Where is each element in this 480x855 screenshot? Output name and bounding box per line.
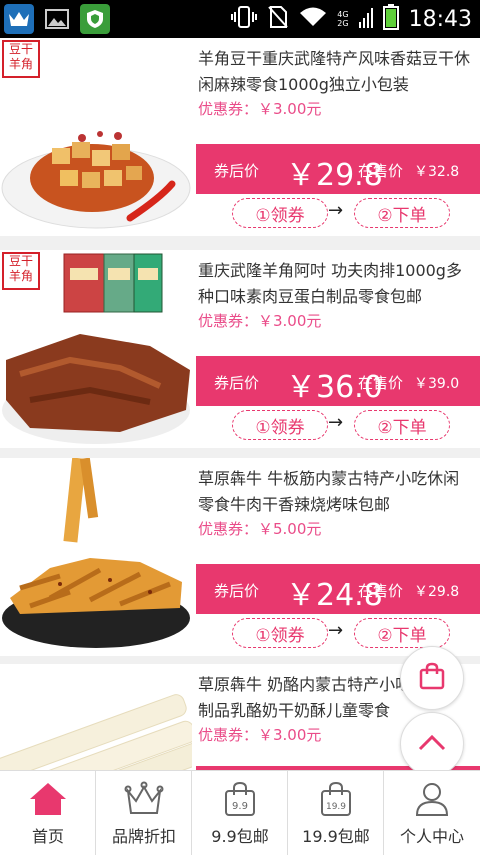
tab-label: 首页 — [31, 827, 64, 846]
crown-app-icon — [4, 4, 34, 34]
image-icon — [42, 4, 72, 34]
price-bar[interactable]: 券后价 ￥24.8 在售价 ￥29.8 — [196, 564, 480, 614]
product-image-beef-tendon[interactable] — [0, 458, 192, 656]
tab-profile[interactable]: 个人中心 — [384, 771, 480, 855]
svg-text:19.9: 19.9 — [326, 802, 346, 812]
product-image-meat[interactable]: 豆干羊角 — [0, 250, 192, 448]
brand-badge: 豆干羊角 — [2, 40, 40, 78]
place-order-button[interactable]: ②下单 — [354, 410, 450, 440]
svg-text:9.9: 9.9 — [232, 801, 248, 812]
vibrate-icon — [231, 5, 258, 33]
arrow-right-icon: → — [328, 620, 344, 641]
purchase-steps: ①领券 → ②下单 — [232, 410, 452, 442]
back-to-top-button[interactable] — [400, 712, 464, 776]
tab-label: 9.9包邮 — [211, 827, 269, 846]
bag-9.9-icon: 9.9 — [220, 781, 260, 817]
brand-badge: 豆干羊角 — [2, 252, 40, 290]
cart-button[interactable] — [400, 646, 464, 710]
chevron-up-icon — [417, 732, 447, 756]
product-image-cheese[interactable] — [0, 664, 192, 770]
product-image-tofu[interactable]: 豆干羊角 — [0, 38, 192, 236]
after-coupon-label: 券后价 — [214, 162, 260, 180]
get-coupon-button[interactable]: ①领券 — [232, 618, 328, 648]
tab-label: 个人中心 — [399, 827, 464, 846]
purchase-steps: ①领券 → ②下单 — [232, 198, 452, 230]
purchase-steps: ①领券 → ②下单 — [232, 618, 452, 650]
clock: 18:43 — [408, 6, 472, 32]
tab-label: 19.9包邮 — [302, 827, 370, 846]
coupon-amount: 优惠券：￥3.00元 — [198, 312, 322, 330]
tab-home[interactable]: 首页 — [0, 771, 96, 855]
bag-19.9-icon: 19.9 — [316, 781, 356, 817]
status-bar: 4G 2G 18:43 — [0, 0, 480, 38]
product-card[interactable]: 豆干羊角 重庆武隆羊角阿吋 功夫肉排1000g多种口味素肉豆蛋白制品零食包邮 优… — [0, 250, 480, 448]
on-sale-label: 在售价 — [358, 582, 404, 600]
after-coupon-label: 券后价 — [214, 582, 260, 600]
tab-9-9-free-shipping[interactable]: 9.9 9.9包邮 — [192, 771, 288, 855]
place-order-button[interactable]: ②下单 — [354, 618, 450, 648]
bottom-tab-bar: 首页 品牌折扣 9.9 9.9包邮 19.9 19.9包邮 个人中心 — [0, 770, 480, 855]
product-card[interactable]: 豆干羊角 羊角豆干重庆武隆特产风味香菇豆干休闲麻辣零食1000g独立小包装 优惠… — [0, 38, 480, 236]
shopping-bag-icon — [417, 661, 447, 695]
user-icon — [412, 781, 452, 817]
product-title[interactable]: 羊角豆干重庆武隆特产风味香菇豆干休闲麻辣零食1000g独立小包装 — [198, 46, 474, 98]
on-sale-price: ￥32.8 — [414, 164, 460, 180]
signal-icon — [358, 6, 373, 32]
arrow-right-icon: → — [328, 200, 344, 221]
get-coupon-button[interactable]: ①领券 — [232, 198, 328, 228]
coupon-amount: 优惠券：￥5.00元 — [198, 520, 322, 538]
place-order-button[interactable]: ②下单 — [354, 198, 450, 228]
product-title[interactable]: 草原犇牛 牛板筋内蒙古特产小吃休闲零食牛肉干香辣烧烤味包邮 — [198, 466, 474, 518]
on-sale-label: 在售价 — [358, 162, 404, 180]
coupon-amount: 优惠券：￥3.00元 — [198, 726, 322, 744]
on-sale-price: ￥39.0 — [414, 376, 460, 392]
tab-brand-discount[interactable]: 品牌折扣 — [96, 771, 192, 855]
shield-app-icon — [80, 4, 110, 34]
wifi-icon — [299, 6, 327, 32]
get-coupon-button[interactable]: ①领券 — [232, 410, 328, 440]
network-type: 4G 2G — [337, 10, 349, 28]
crown-icon — [124, 781, 164, 817]
battery-icon — [382, 4, 399, 34]
on-sale-label: 在售价 — [358, 374, 404, 392]
arrow-right-icon: → — [328, 412, 344, 433]
coupon-amount: 优惠券：￥3.00元 — [198, 100, 322, 118]
tab-19-9-free-shipping[interactable]: 19.9 19.9包邮 — [288, 771, 384, 855]
after-coupon-label: 券后价 — [214, 374, 260, 392]
product-title[interactable]: 重庆武隆羊角阿吋 功夫肉排1000g多种口味素肉豆蛋白制品零食包邮 — [198, 258, 474, 310]
price-bar[interactable]: 券后价 ￥36.0 在售价 ￥39.0 — [196, 356, 480, 406]
price-bar[interactable]: 券后价 ￥29.8 在售价 ￥32.8 — [196, 144, 480, 194]
product-card[interactable]: 草原犇牛 牛板筋内蒙古特产小吃休闲零食牛肉干香辣烧烤味包邮 优惠券：￥5.00元… — [0, 458, 480, 656]
on-sale-price: ￥29.8 — [414, 584, 460, 600]
tab-label: 品牌折扣 — [111, 827, 176, 846]
home-icon — [28, 781, 68, 817]
no-sim-icon — [267, 5, 289, 33]
